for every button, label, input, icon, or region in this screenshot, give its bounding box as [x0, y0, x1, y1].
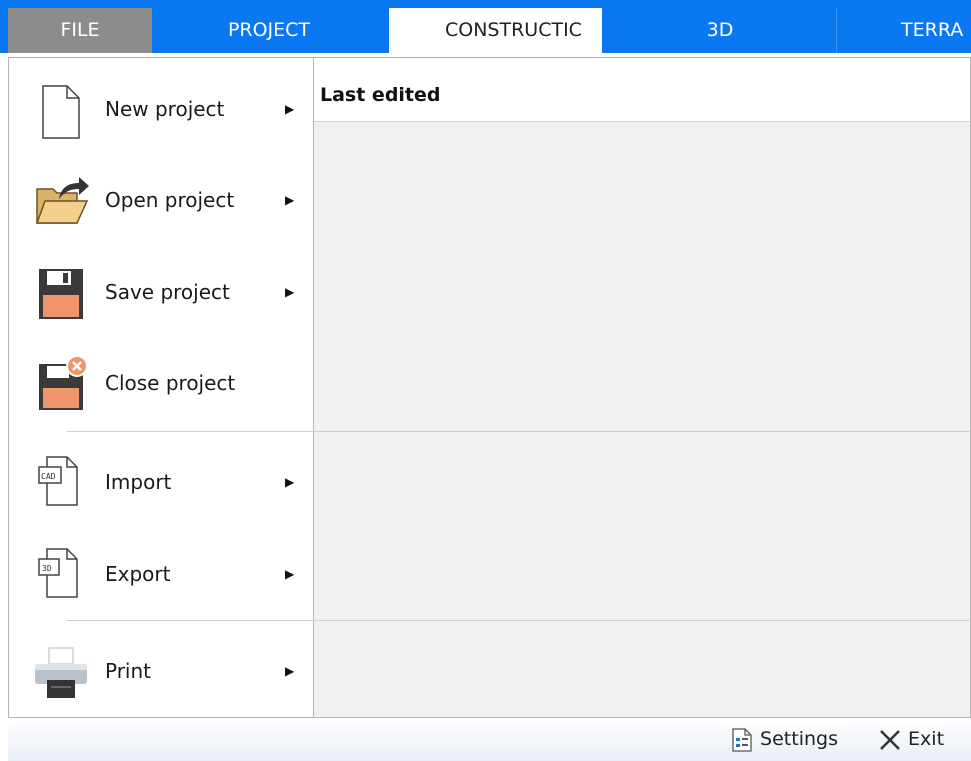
tab-construction[interactable]: CONSTRUCTIC — [389, 8, 602, 53]
menu-item-label: Import — [105, 470, 172, 494]
menu-item-close-project[interactable]: Close project — [9, 340, 313, 426]
tab-file[interactable]: FILE — [8, 8, 152, 53]
menu-item-save-project[interactable]: Save project ▶ — [9, 249, 313, 335]
menu-item-import[interactable]: CAD Import ▶ — [9, 439, 313, 525]
3d-document-icon: 3D — [31, 545, 91, 605]
open-folder-icon — [31, 171, 91, 231]
menu-item-export[interactable]: 3D Export ▶ — [9, 531, 313, 617]
exit-label: Exit — [908, 728, 945, 750]
cad-document-icon: CAD — [31, 453, 91, 513]
tab-project[interactable]: PROJECT — [152, 8, 386, 53]
printer-icon — [31, 642, 91, 702]
svg-text:CAD: CAD — [41, 472, 56, 481]
save-icon — [31, 263, 91, 323]
close-save-icon — [31, 354, 91, 414]
menu-item-label: Close project — [105, 371, 236, 395]
menu-item-label: Print — [105, 659, 152, 683]
settings-label: Settings — [760, 728, 838, 750]
tab-terrain[interactable]: TERRA — [836, 8, 971, 53]
submenu-arrow-icon: ▶ — [285, 664, 295, 678]
menu-divider — [67, 620, 971, 621]
ribbon-tab-bar: FILE PROJECT CONSTRUCTIC 3D TERRA — [0, 0, 971, 53]
recent-projects-header: Last edited — [314, 58, 970, 122]
menu-item-open-project[interactable]: Open project ▶ — [9, 157, 313, 243]
close-icon — [878, 728, 908, 750]
menu-item-label: Export — [105, 562, 171, 586]
submenu-arrow-icon: ▶ — [285, 567, 295, 581]
settings-button[interactable]: Settings — [730, 718, 838, 761]
menu-item-label: Save project — [105, 280, 230, 304]
submenu-arrow-icon: ▶ — [285, 102, 295, 116]
new-document-icon — [31, 80, 91, 140]
backstage-footer: Settings Exit — [8, 718, 971, 761]
submenu-arrow-icon: ▶ — [285, 193, 295, 207]
file-backstage-panel: New project ▶ Open project ▶ Save projec… — [8, 57, 971, 718]
tab-3d[interactable]: 3D — [606, 8, 834, 53]
menu-item-print[interactable]: Print ▶ — [9, 628, 313, 714]
submenu-arrow-icon: ▶ — [285, 285, 295, 299]
exit-button[interactable]: Exit — [878, 718, 944, 761]
menu-item-new-project[interactable]: New project ▶ — [9, 66, 313, 152]
menu-item-label: Open project — [105, 188, 235, 212]
submenu-arrow-icon: ▶ — [285, 475, 295, 489]
recent-projects-pane: Last edited — [314, 58, 970, 717]
recent-projects-title: Last edited — [320, 84, 441, 106]
svg-text:3D: 3D — [42, 564, 52, 573]
menu-item-label: New project — [105, 97, 225, 121]
file-menu: New project ▶ Open project ▶ Save projec… — [9, 58, 314, 717]
settings-icon — [730, 727, 760, 752]
menu-divider — [67, 431, 971, 432]
